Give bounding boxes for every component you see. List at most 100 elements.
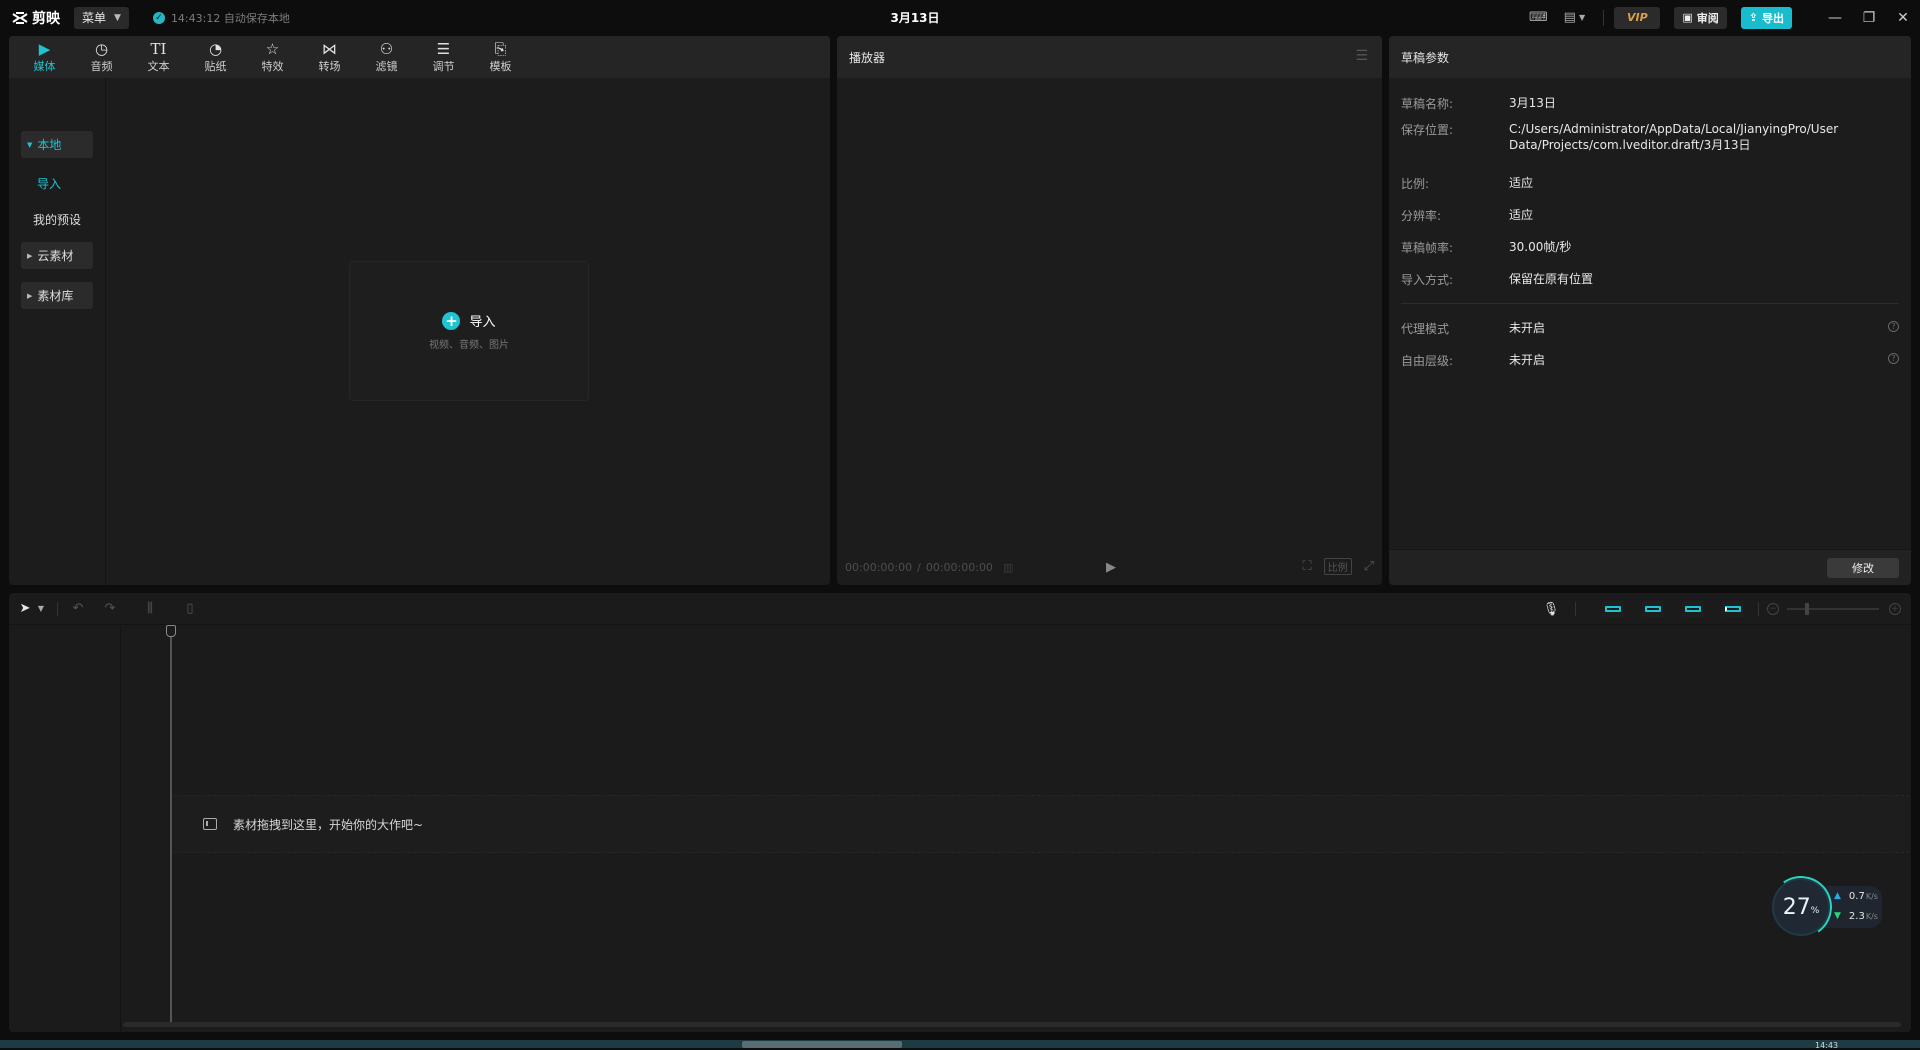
media-icon: ▶ <box>38 40 51 58</box>
restore-button[interactable]: ❐ <box>1852 0 1886 35</box>
upload-arrow-icon: ▲ <box>1834 891 1841 901</box>
close-button[interactable]: ✕ <box>1886 0 1920 35</box>
keyboard-shortcut-icon[interactable]: ⌨ <box>1527 9 1549 27</box>
taskbar-thumb <box>742 1041 902 1048</box>
track-headers <box>9 626 121 1032</box>
chevron-down-icon[interactable]: ▼ <box>33 593 49 625</box>
usage-gauge-arc <box>1765 871 1837 943</box>
layout-icon[interactable]: ▤ ▼ <box>1563 9 1585 27</box>
param-key: 草稿名称: <box>1401 97 1454 111</box>
tab-audio[interactable]: ◷ 音频 <box>73 36 130 78</box>
param-value: 保留在原有位置 <box>1509 272 1594 286</box>
sidebar-item-import[interactable]: 导入 <box>37 175 61 192</box>
playhead-handle[interactable] <box>166 625 176 637</box>
divider <box>57 601 58 616</box>
sidebar-item-cloud[interactable]: ▶ 云素材 <box>21 242 93 269</box>
split-icon[interactable]: ⫼ <box>130 593 170 625</box>
modify-button[interactable]: 修改 <box>1827 558 1899 578</box>
capcut-logo-icon <box>12 11 28 24</box>
zoom-out-icon[interactable]: − <box>1767 603 1779 615</box>
fullscreen-icon[interactable]: ⤢ <box>1364 559 1374 574</box>
tab-label: 音频 <box>90 60 113 73</box>
horizontal-scrollbar[interactable] <box>123 1022 1901 1027</box>
tab-label: 贴纸 <box>204 60 227 73</box>
speed-unit: K/s <box>1865 911 1878 921</box>
film-icon <box>203 818 217 830</box>
help-icon[interactable]: ? <box>1888 321 1899 332</box>
menu-button[interactable]: 菜单 ▼ <box>74 6 129 29</box>
param-key: 代理模式 <box>1401 322 1450 336</box>
param-key: 草稿帧率: <box>1401 241 1454 255</box>
param-value: 30.00帧/秒 <box>1509 240 1572 254</box>
caret-right-icon: ▶ <box>27 291 33 300</box>
play-icon[interactable]: ▶ <box>1106 560 1116 575</box>
param-row: 保存位置: C:/Users/Administrator/AppData/Loc… <box>1401 121 1889 153</box>
drop-hint: 素材拖拽到这里，开始你的大作吧~ <box>233 817 424 832</box>
taskbar-strip <box>0 1040 1920 1048</box>
delete-icon[interactable]: ▯ <box>170 593 210 625</box>
media-tabs: ▶ 媒体 ◷ 音频 TI 文本 ◔ 贴纸 ☆ 特效 ⋈ 转场 ⚇ 滤镜 ☰ 调节 <box>9 36 830 78</box>
sidebar-item-my-presets[interactable]: 我的预设 <box>33 211 81 228</box>
main-track-magnet-icon[interactable] <box>1602 601 1624 617</box>
microphone-icon[interactable]: 🎙 <box>1541 593 1561 625</box>
param-value: 适应 <box>1509 208 1534 222</box>
redo-icon[interactable]: ↷ <box>90 593 130 625</box>
auto-snap-icon[interactable] <box>1642 601 1664 617</box>
vip-button[interactable]: VIP <box>1614 6 1661 29</box>
import-hint: 视频、音频、图片 <box>429 340 509 351</box>
playhead-line[interactable] <box>170 626 172 1022</box>
tab-transition[interactable]: ⋈ 转场 <box>301 36 358 78</box>
filter-icon: ⚇ <box>379 40 394 58</box>
tab-media[interactable]: ▶ 媒体 <box>16 36 73 78</box>
download-speed: 2.3 <box>1848 910 1865 922</box>
divider <box>1603 9 1605 26</box>
param-value: 适应 <box>1509 176 1534 190</box>
linkage-icon[interactable] <box>1682 601 1704 617</box>
title-bar: 剪映 菜单 ▼ ✓ 14:43:12 自动保存本地 3月13日 ⌨ ▤ ▼ VIP… <box>0 0 1920 35</box>
zoom-slider-thumb[interactable] <box>1805 603 1809 615</box>
player-header: 播放器 <box>837 36 1382 78</box>
ratio-button[interactable]: 比例 <box>1323 558 1352 575</box>
player-controls: 00:00:00:00 / 00:00:00:00 ▥ ▶ ⛶ 比例 ⤢ <box>837 549 1382 585</box>
caret-right-icon: ▶ <box>27 251 33 260</box>
tab-sticker[interactable]: ◔ 贴纸 <box>187 36 244 78</box>
param-value: 未开启 <box>1509 353 1546 367</box>
tab-text[interactable]: TI 文本 <box>130 36 187 78</box>
chevron-down-icon: ▼ <box>114 12 121 23</box>
sidebar-label: 本地 <box>37 138 62 152</box>
timecode-toggle-icon[interactable]: ▥ <box>1003 561 1013 574</box>
tab-filter[interactable]: ⚇ 滤镜 <box>358 36 415 78</box>
zoom-slider[interactable] <box>1787 603 1879 615</box>
sidebar-label: 素材库 <box>37 289 74 303</box>
export-button[interactable]: ⇪ 导出 <box>1740 6 1792 29</box>
param-key: 导入方式: <box>1401 273 1454 287</box>
speed-unit: K/s <box>1865 891 1878 901</box>
tab-label: 滤镜 <box>375 60 398 73</box>
tab-effects[interactable]: ☆ 特效 <box>244 36 301 78</box>
review-icon: ▣ <box>1682 11 1693 24</box>
review-button[interactable]: ▣ 审阅 <box>1674 6 1727 29</box>
draft-title: 草稿参数 <box>1401 50 1450 65</box>
draft-footer: 修改 <box>1389 549 1911 585</box>
minimize-button[interactable]: — <box>1818 0 1852 35</box>
undo-icon[interactable]: ↶ <box>66 593 90 625</box>
sidebar-item-local[interactable]: ▼ 本地 <box>21 131 93 158</box>
tab-adjust[interactable]: ☰ 调节 <box>415 36 472 78</box>
tab-label: 转场 <box>318 60 341 73</box>
param-value: C:/Users/Administrator/AppData/Local/Jia… <box>1509 122 1839 152</box>
import-dropzone[interactable]: + 导入 视频、音频、图片 <box>349 261 589 401</box>
select-cursor-icon[interactable]: ➤ <box>17 593 33 625</box>
app-logo: 剪映 <box>12 8 60 28</box>
network-speed-widget[interactable]: ▲ 0.7 K/s ▼ 2.3 K/s 27 % <box>1765 871 1890 943</box>
zoom-in-icon[interactable]: + <box>1889 603 1901 615</box>
preview-axis-icon[interactable] <box>1722 601 1744 617</box>
timeline-dropzone[interactable]: 素材拖拽到这里，开始你的大作吧~ <box>173 795 1909 853</box>
fit-screen-icon[interactable]: ⛶ <box>1302 559 1311 574</box>
hamburger-menu-icon[interactable]: ☰ <box>1355 48 1368 64</box>
param-row: 分辨率: 适应 <box>1401 207 1889 224</box>
sidebar-label: 云素材 <box>37 249 74 263</box>
tab-template[interactable]: ⎘ 模板 <box>472 36 529 78</box>
sidebar-item-library[interactable]: ▶ 素材库 <box>21 282 93 309</box>
export-icon: ⇪ <box>1748 11 1758 24</box>
help-icon[interactable]: ? <box>1888 353 1899 364</box>
